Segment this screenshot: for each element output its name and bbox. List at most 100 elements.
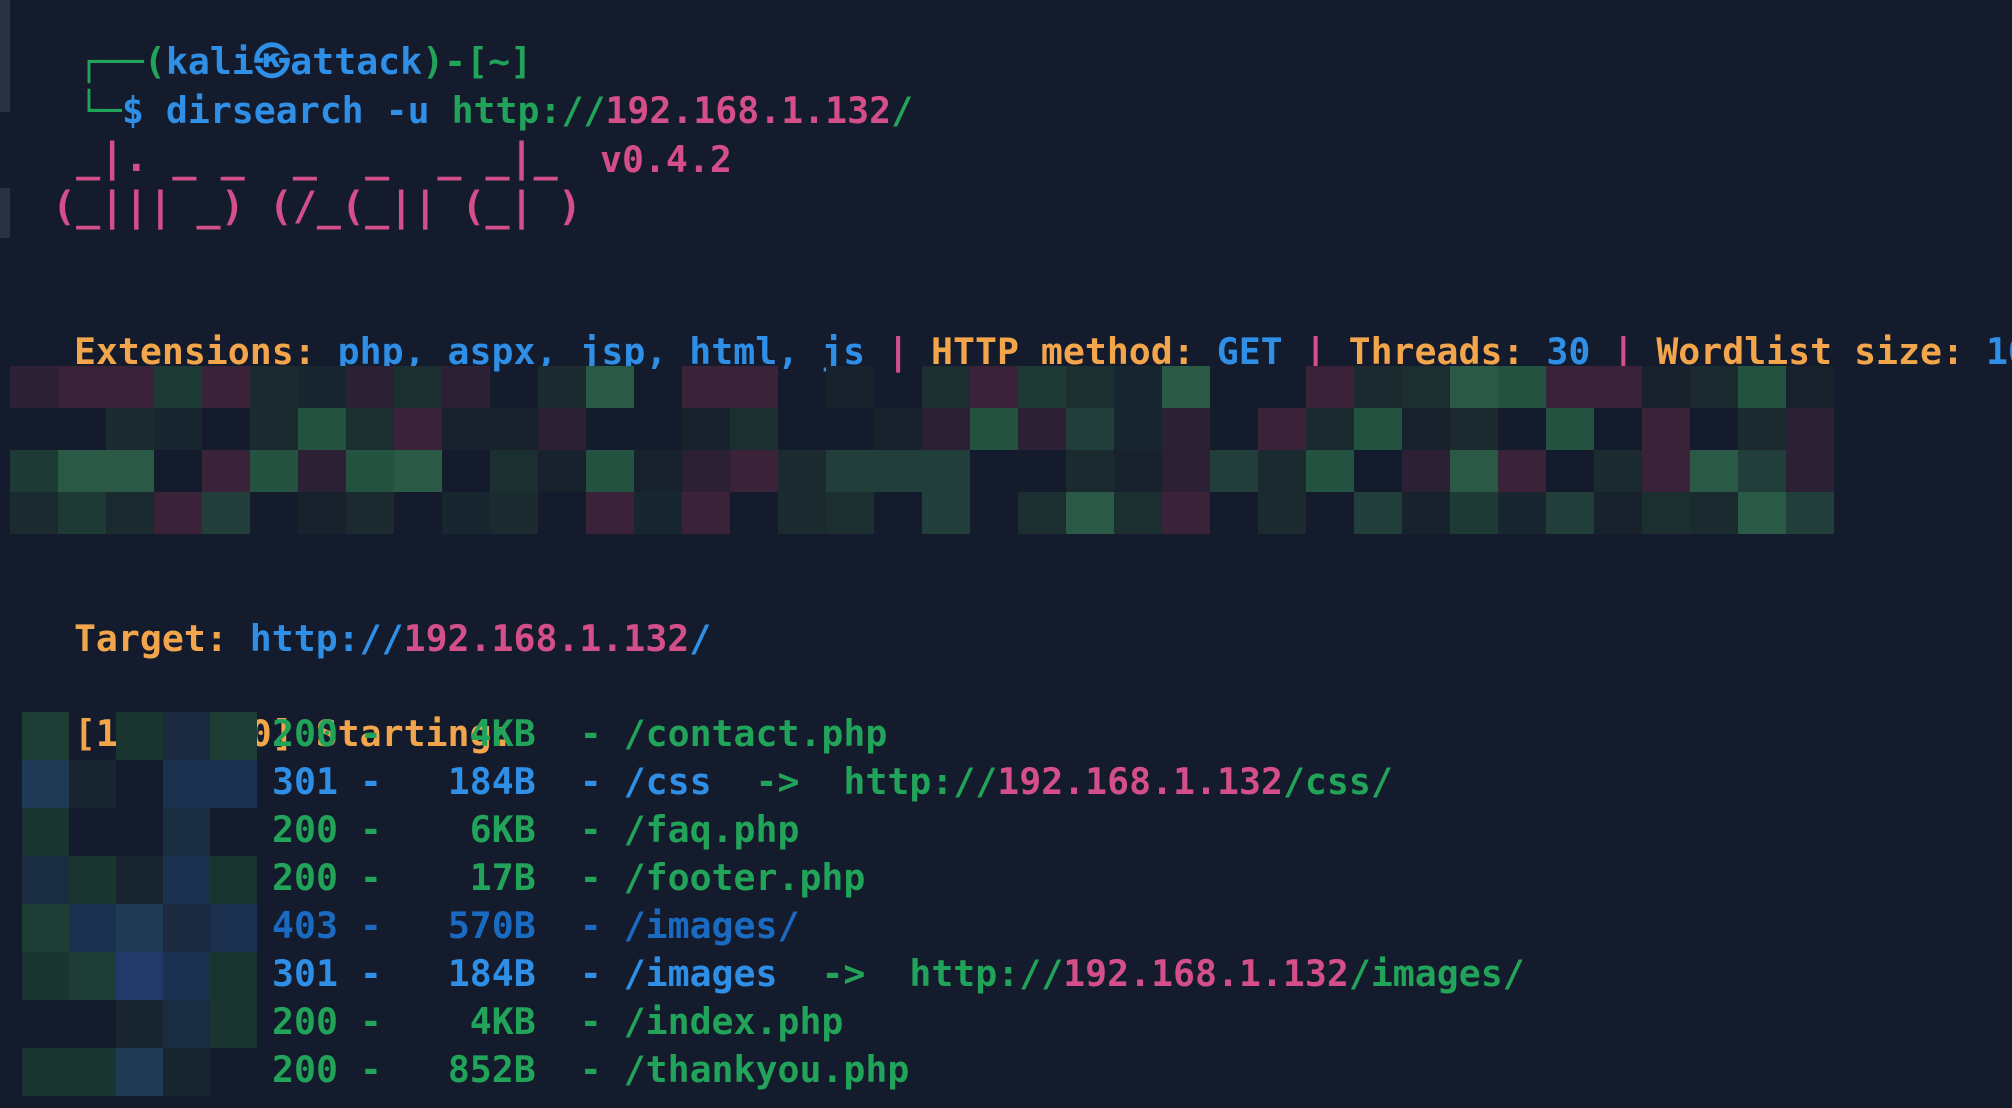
mosaic-pixel [1546,408,1594,450]
prompt-dollar: $ [121,89,144,132]
result-dash: - [579,904,602,947]
mosaic-pixel [210,904,257,952]
mosaic-pixel [1642,408,1690,450]
mosaic-pixel [163,856,210,904]
mosaic-pixel [874,450,922,492]
mosaic-pixel [1642,492,1690,534]
mosaic-pixel [682,450,730,492]
mosaic-pixel [922,366,970,408]
mosaic-pixel [250,408,298,450]
result-arrow: -> [755,760,800,803]
result-path: /css [623,760,712,803]
mosaic-pixel [1690,492,1738,534]
mosaic-pixel [346,492,394,534]
result-status: 200 [272,712,338,755]
result-dash: - [359,856,382,899]
mosaic-pixel [970,408,1018,450]
result-size: 570B [425,904,536,947]
mosaic-pixel [202,450,250,492]
result-redirect-path: /images/ [1348,952,1525,995]
mosaic-pixel [22,856,69,904]
mosaic-pixel [1018,492,1066,534]
mosaic-pixel [682,492,730,534]
result-path: /images/ [623,904,800,947]
mosaic-pixel [1114,450,1162,492]
prompt-line: ┌──(kali㉿attack)-[~] [77,40,533,83]
mosaic-pixel [922,450,970,492]
mosaic-pixel [1258,450,1306,492]
command-url-scheme: http:// [451,89,606,132]
mosaic-pixel [1786,408,1834,450]
mosaic-pixel [69,904,116,952]
mosaic-pixel [22,952,69,1000]
mosaic-pixel [826,366,874,408]
result-status: 200 [272,808,338,851]
mosaic-pixel [1690,366,1738,408]
result-dash: - [579,760,602,803]
mosaic-pixel [778,450,826,492]
result-status: 200 [272,1048,338,1091]
redacted-output-mosaic [10,366,1834,534]
target-url-path: / [689,617,712,660]
result-status: 301 [272,952,338,995]
prompt-corner-bottom: └─ [77,89,122,132]
result-status: 200 [272,1000,338,1043]
mosaic-pixel [1450,450,1498,492]
mosaic-pixel [58,366,106,408]
mosaic-pixel [1450,366,1498,408]
target-url-host: 192.168.1.132 [403,617,690,660]
mosaic-pixel [1786,450,1834,492]
mosaic-pixel [538,450,586,492]
mosaic-pixel [1594,492,1642,534]
result-row: 301 - 184B - /images -> http://192.168.1… [272,950,1525,998]
mosaic-pixel [116,952,163,1000]
result-path: /index.php [623,1000,844,1043]
mosaic-pixel [69,760,116,808]
mosaic-pixel [69,856,116,904]
mosaic-pixel [202,366,250,408]
mosaic-pixel [346,450,394,492]
mosaic-pixel [116,856,163,904]
mosaic-pixel [1642,366,1690,408]
mosaic-pixel [1162,408,1210,450]
mosaic-pixel [298,408,346,450]
target-label: Target: [73,617,228,660]
mosaic-pixel [634,492,682,534]
mosaic-pixel [298,450,346,492]
result-status: 403 [272,904,338,947]
mosaic-pixel [1546,492,1594,534]
result-row: 200 - 6KB - /faq.php [272,806,799,854]
mosaic-pixel [163,760,210,808]
mosaic-pixel [1498,366,1546,408]
starting-line: [10:11:20] Starting: [30,662,514,755]
mosaic-pixel [1306,450,1354,492]
command-url-path: / [891,89,914,132]
result-row: 200 - 4KB - /index.php [272,998,843,1046]
mosaic-pixel [210,856,257,904]
mosaic-pixel [58,450,106,492]
mosaic-pixel [1450,408,1498,450]
mosaic-pixel [250,450,298,492]
mosaic-pixel [394,408,442,450]
result-dash: - [579,1000,602,1043]
result-row: 200 - 4KB - /contact.php [272,710,887,758]
mosaic-pixel [22,1048,69,1096]
result-size: 4KB [425,712,536,755]
mosaic-pixel [10,492,58,534]
mosaic-pixel [394,366,442,408]
mosaic-pixel [106,366,154,408]
mosaic-pixel [250,366,298,408]
mosaic-pixel [922,408,970,450]
result-dash: - [579,808,602,851]
terminal-gutter-2 [0,188,10,238]
mosaic-pixel [1786,366,1834,408]
wordlist-value: 109 [1985,330,2012,373]
result-status: 301 [272,760,338,803]
target-url-scheme: http:// [249,617,404,660]
result-size: 852B [425,1048,536,1091]
result-status: 200 [272,856,338,899]
result-path: /footer.php [623,856,866,899]
mosaic-pixel [1354,492,1402,534]
result-row: 403 - 570B - /images/ [272,902,799,950]
result-size: 4KB [425,1000,536,1043]
